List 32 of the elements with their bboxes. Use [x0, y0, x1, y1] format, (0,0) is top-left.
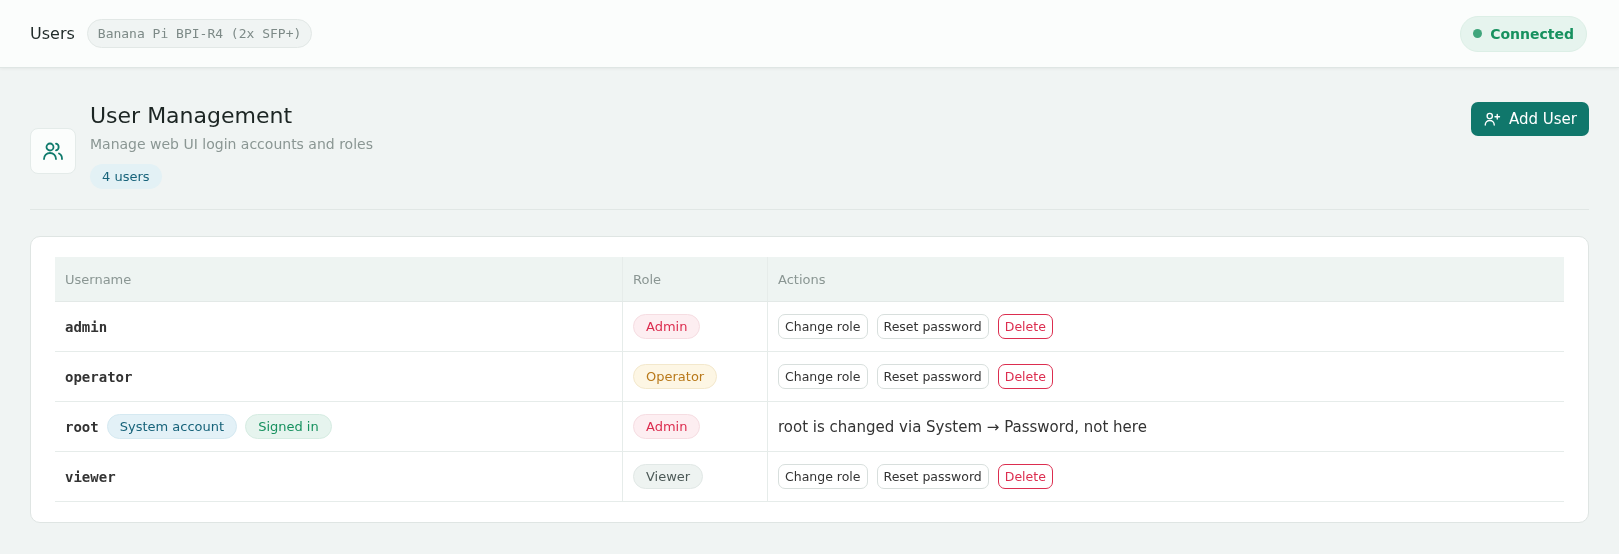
action-button[interactable]: Delete — [997, 364, 1053, 389]
role-badge: Viewer — [633, 464, 704, 489]
username: operator — [65, 368, 133, 385]
users-icon — [30, 128, 76, 174]
connection-status: Connected — [1460, 15, 1587, 52]
root-note: root is changed via System → Password, not here — [778, 417, 1147, 436]
account-tag: System account — [106, 414, 238, 439]
add-user-button[interactable]: Add User — [1471, 102, 1589, 136]
role-badge: Admin — [633, 314, 701, 339]
action-button[interactable]: Delete — [997, 314, 1053, 339]
user-count-badge: 4 users — [90, 164, 162, 189]
action-button[interactable]: Change role — [778, 364, 868, 389]
section-subtitle: Manage web UI login accounts and roles — [90, 136, 373, 152]
action-button[interactable]: Reset password — [876, 314, 989, 339]
action-button[interactable]: Delete — [997, 464, 1053, 489]
account-tag: Signed in — [245, 414, 332, 439]
column-header: Username — [55, 257, 623, 302]
role-badge: Operator — [633, 364, 718, 389]
action-button[interactable]: Change role — [778, 314, 868, 339]
username: viewer — [65, 468, 116, 485]
page-title: Users — [30, 24, 75, 43]
add-user-icon — [1483, 110, 1501, 128]
column-header: Actions — [767, 257, 1564, 302]
role-badge: Admin — [633, 414, 701, 439]
username: admin — [65, 318, 108, 335]
section-title: User Management — [90, 102, 293, 130]
action-button[interactable]: Reset password — [876, 464, 989, 489]
action-button[interactable]: Reset password — [876, 364, 989, 389]
action-button[interactable]: Change role — [778, 464, 868, 489]
username: root — [65, 418, 99, 435]
device-badge: Banana Pi BPI-R4 (2x SFP+) — [86, 19, 313, 48]
column-header: Role — [622, 257, 768, 302]
